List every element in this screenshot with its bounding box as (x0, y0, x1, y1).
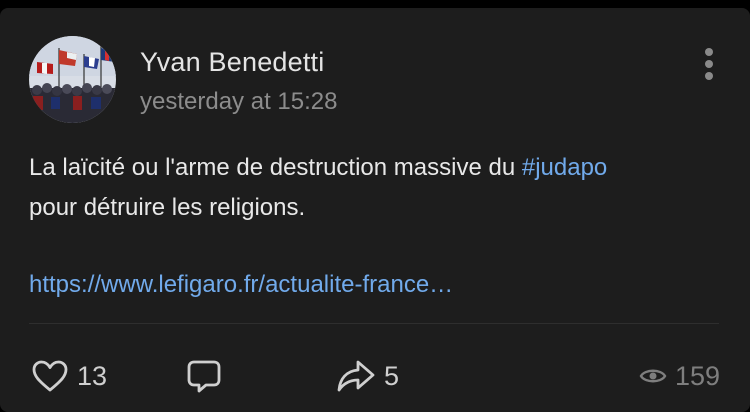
post-card: Yvan Benedetti yesterday at 15:28 La laï… (0, 8, 750, 412)
comment-icon (187, 360, 221, 393)
post-timestamp[interactable]: yesterday at 15:28 (140, 88, 337, 116)
share-count: 5 (384, 360, 400, 391)
like-count: 13 (77, 360, 108, 391)
post-text-start: La laïcité ou l'arme de destruction mass… (29, 154, 522, 181)
avatar-image (29, 36, 116, 123)
eye-icon (639, 369, 667, 383)
post-text-line-2: pour détruire les religions. (29, 194, 306, 221)
post-text: La laïcité ou l'arme de destruction mass… (29, 148, 719, 228)
like-button[interactable]: 13 (31, 354, 107, 398)
share-button[interactable]: 5 (336, 354, 399, 398)
author-avatar[interactable] (29, 36, 116, 123)
article-link[interactable]: https://www.lefigaro.fr/actualite-france… (29, 271, 453, 299)
divider (29, 323, 719, 324)
author-name[interactable]: Yvan Benedetti (140, 47, 324, 78)
comment-button[interactable] (185, 354, 223, 398)
post-text-line-1: La laïcité ou l'arme de destruction mass… (29, 148, 719, 188)
more-vertical-icon (705, 48, 713, 80)
views-count: 159 (674, 360, 720, 391)
views-indicator: 159 (639, 354, 720, 398)
hashtag-link[interactable]: #judapo (522, 154, 607, 181)
heart-icon (32, 360, 68, 392)
share-arrow-icon (337, 360, 375, 392)
more-options-button[interactable] (694, 42, 724, 86)
